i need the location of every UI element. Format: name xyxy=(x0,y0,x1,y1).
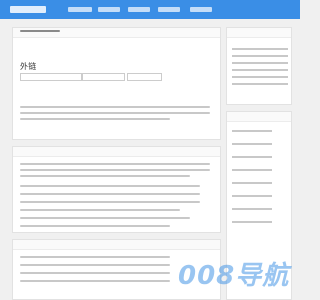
panel-header xyxy=(13,240,220,250)
principle-text-line xyxy=(20,185,200,187)
intro-text-line xyxy=(232,76,288,78)
seo-tool-panel xyxy=(12,27,221,140)
top-nav-bar xyxy=(0,0,300,19)
panel-title-placeholder xyxy=(20,30,60,32)
usage-text-line-3 xyxy=(20,118,170,120)
seo-heading: 外链 xyxy=(20,62,37,71)
nav-item-3[interactable] xyxy=(128,7,150,12)
related-tool-link[interactable] xyxy=(232,182,272,184)
watermark-logo: 008导航 xyxy=(178,261,290,291)
nav-item-4[interactable] xyxy=(158,7,180,12)
intro-text-line xyxy=(232,55,288,57)
usage-text-line-2 xyxy=(20,112,210,114)
site-logo[interactable] xyxy=(10,6,46,13)
principle-text-line xyxy=(20,217,190,219)
related-tool-link[interactable] xyxy=(232,169,272,171)
intro-text-line xyxy=(232,69,288,71)
intro-text-line xyxy=(232,48,288,50)
related-tool-link[interactable] xyxy=(232,195,272,197)
mode-select[interactable] xyxy=(127,73,162,81)
panel-header xyxy=(227,112,291,122)
url-input[interactable] xyxy=(20,73,82,81)
panel-header xyxy=(227,28,291,38)
domain-input[interactable] xyxy=(82,73,125,81)
related-tool-link[interactable] xyxy=(232,221,272,223)
intro-text-line xyxy=(232,83,288,85)
panel-header xyxy=(13,147,220,157)
principle-text-line xyxy=(20,169,210,171)
usage-text-line-1 xyxy=(20,106,210,108)
notes-text-line xyxy=(20,264,170,266)
principle-text-line xyxy=(20,193,200,195)
principle-text-line xyxy=(20,209,180,211)
nav-item-1[interactable] xyxy=(68,7,92,12)
nav-item-2[interactable] xyxy=(98,7,120,12)
notes-text-line xyxy=(20,280,170,282)
notes-text-line xyxy=(20,272,170,274)
principle-text-line xyxy=(20,175,190,177)
principle-text-line xyxy=(20,201,200,203)
work-principle-panel xyxy=(12,146,221,233)
nav-item-5[interactable] xyxy=(190,7,212,12)
tool-intro-panel xyxy=(226,27,292,105)
principle-text-line xyxy=(20,225,170,227)
intro-text-line xyxy=(232,62,288,64)
principle-text-line xyxy=(20,163,210,165)
related-tool-link[interactable] xyxy=(232,208,272,210)
related-tool-link[interactable] xyxy=(232,156,272,158)
notes-text-line xyxy=(20,256,170,258)
related-tool-link[interactable] xyxy=(232,143,272,145)
related-tool-link[interactable] xyxy=(232,130,272,132)
